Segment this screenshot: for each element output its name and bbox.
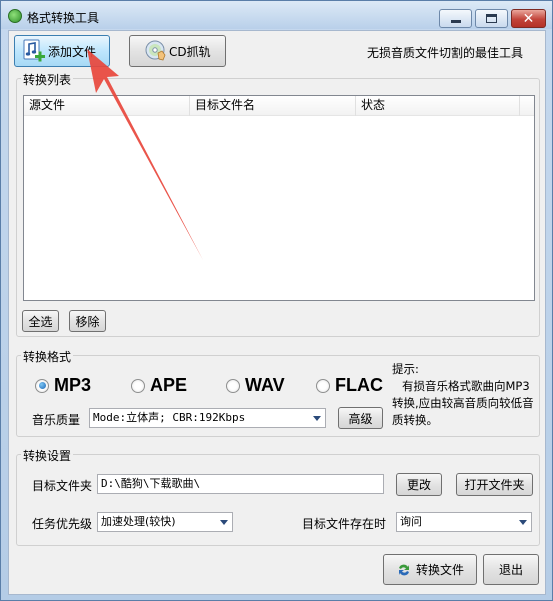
app-window: 格式转换工具 ✕ 添加文件 CD抓轨 无损音质文件切割的最佳工具 转换列表 源文… <box>0 0 553 601</box>
annotation-arrow-icon <box>87 49 203 260</box>
